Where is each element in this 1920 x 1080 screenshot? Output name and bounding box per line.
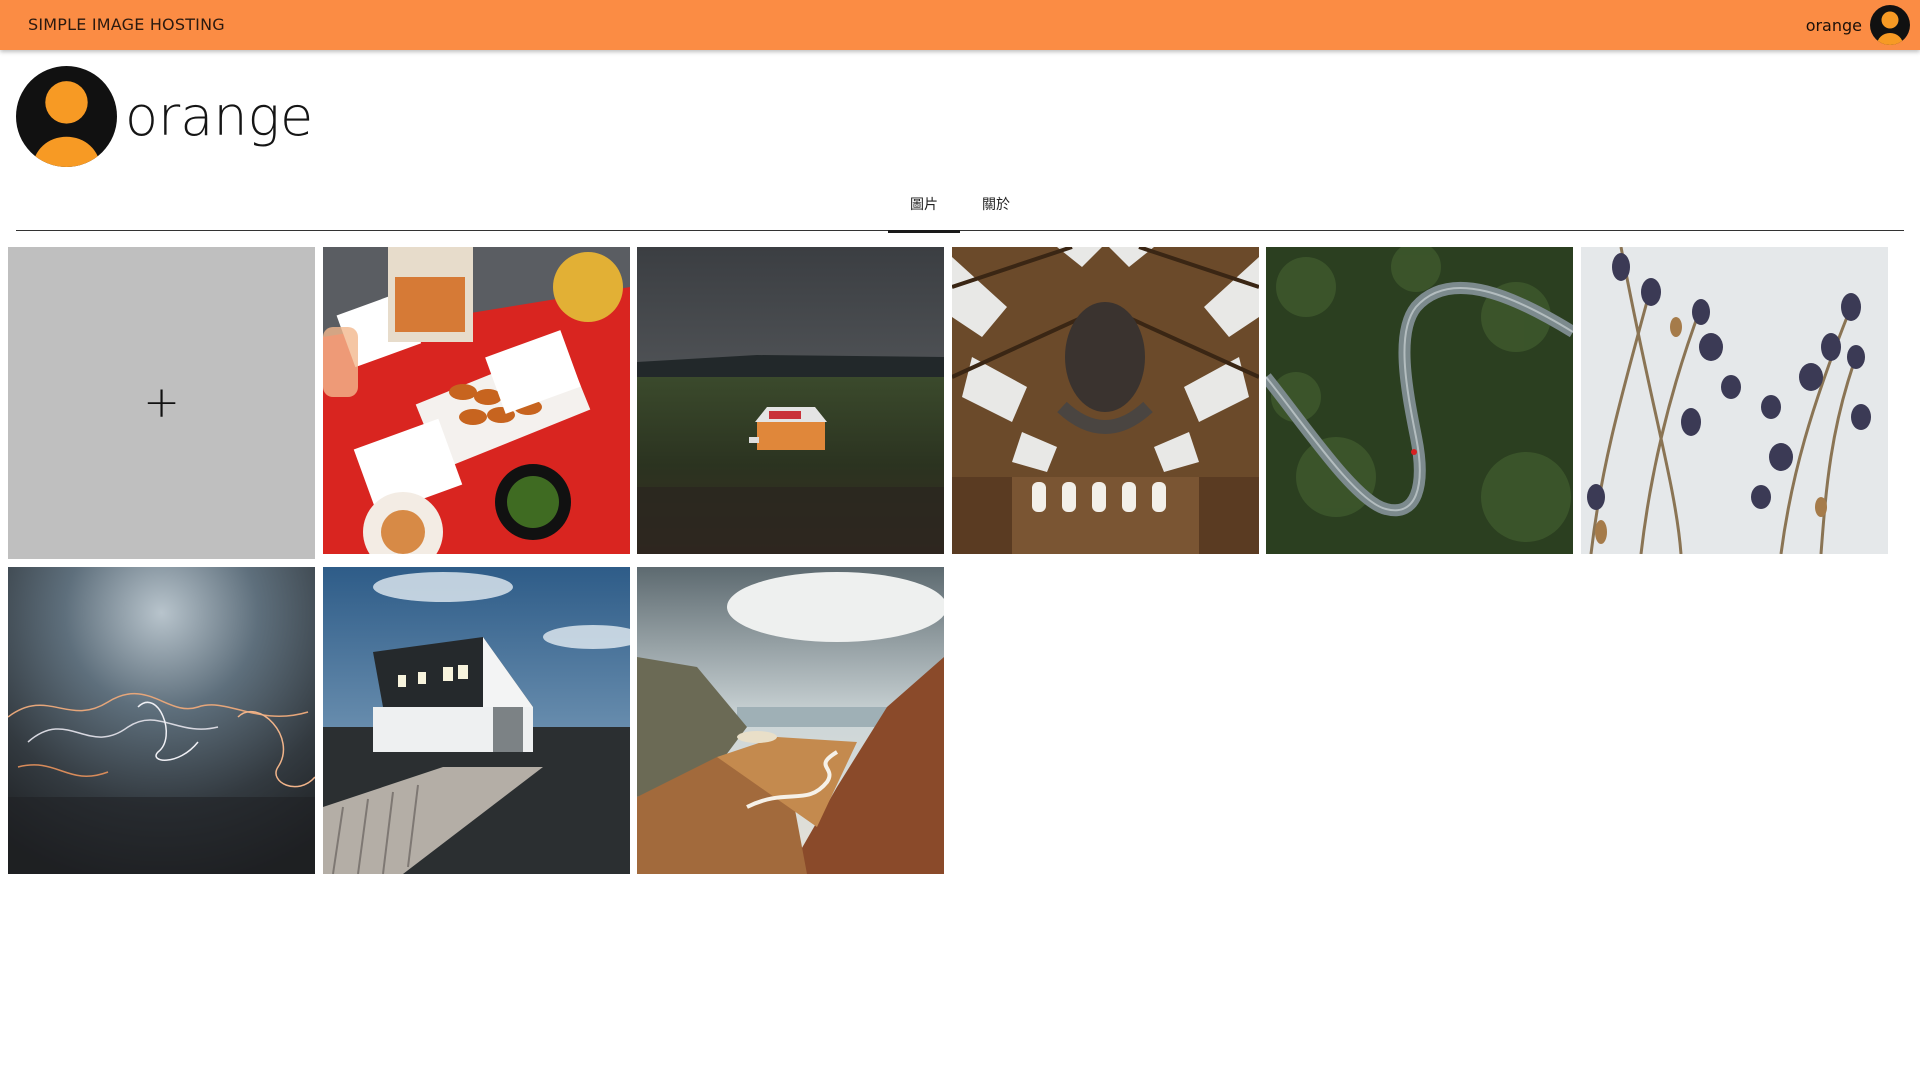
profile-avatar-icon <box>16 66 117 167</box>
tab-about[interactable]: 關於 <box>960 188 1032 231</box>
gallery-image-valley[interactable] <box>637 567 944 874</box>
user-menu[interactable]: orange <box>1806 5 1910 45</box>
plus-icon: + <box>143 377 180 428</box>
top-bar: SIMPLE IMAGE HOSTING orange <box>0 0 1920 50</box>
profile-name: orange <box>125 85 314 148</box>
profile-tabs: 圖片 關於 <box>16 188 1904 233</box>
gallery-image-barn[interactable] <box>323 567 630 874</box>
tab-pictures[interactable]: 圖片 <box>888 188 960 233</box>
user-avatar-icon[interactable] <box>1870 5 1910 45</box>
gallery-image-food[interactable] <box>323 247 630 554</box>
username-label[interactable]: orange <box>1806 16 1862 35</box>
gallery-image-house[interactable] <box>637 247 944 554</box>
brand-title[interactable]: SIMPLE IMAGE HOSTING <box>28 15 225 34</box>
upload-image-button[interactable]: + <box>8 247 315 559</box>
gallery-image-flowers[interactable] <box>1581 247 1888 554</box>
gallery-image-road[interactable] <box>1266 247 1573 554</box>
gallery-image-museum[interactable] <box>952 247 1259 554</box>
profile-header: orange <box>16 66 313 167</box>
gallery-image-light-trails[interactable] <box>8 567 315 874</box>
